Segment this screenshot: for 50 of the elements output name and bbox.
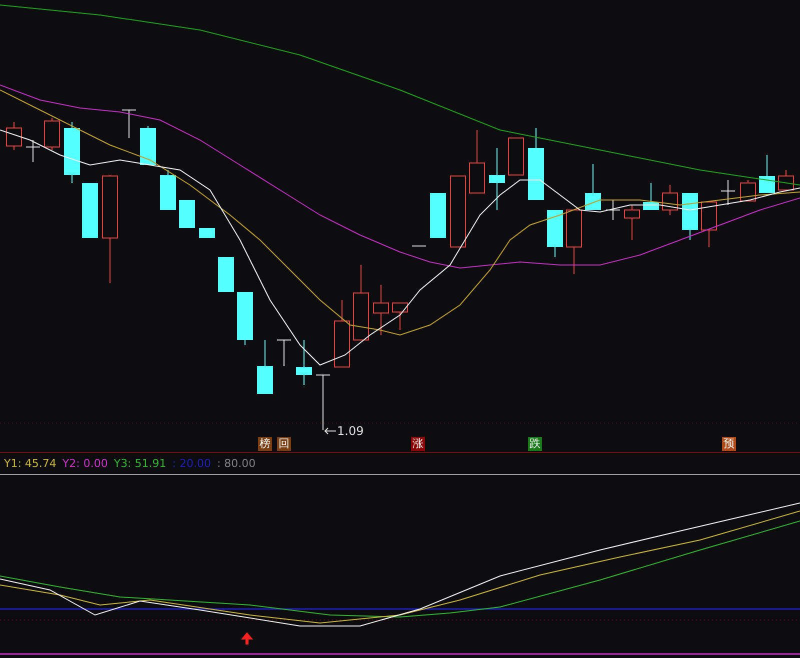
low-price-label: 1.09 — [337, 424, 364, 438]
indicator-value: Y1: 45.74 — [4, 457, 56, 470]
candlestick — [778, 170, 794, 190]
candlestick — [566, 210, 582, 274]
candlestick — [430, 192, 446, 238]
up-arrow-icon — [240, 632, 254, 644]
candlestick — [6, 122, 22, 150]
candlestick — [160, 170, 176, 210]
candlestick — [257, 340, 273, 394]
candlestick — [373, 284, 389, 336]
candlestick — [199, 228, 215, 238]
low-pointer-arrow — [324, 428, 336, 434]
indicator-value: Y2: 0.00 — [62, 457, 108, 470]
candlestick — [44, 118, 60, 150]
candlestick — [740, 180, 756, 202]
candlestick — [489, 148, 505, 210]
candlestick — [64, 122, 80, 184]
signal-marker: 榜 — [258, 437, 272, 451]
candlestick — [237, 292, 253, 346]
candlestick — [276, 340, 292, 366]
candlestick — [606, 200, 620, 220]
signal-marker: 跌 — [528, 437, 542, 451]
candlestick — [720, 180, 736, 206]
candlestick — [643, 182, 659, 210]
candlestick — [469, 130, 485, 194]
indicator-value: : 20.00 — [172, 457, 211, 470]
candlestick — [624, 204, 640, 240]
candlestick — [450, 176, 466, 248]
candlestick — [759, 154, 775, 194]
candlestick — [218, 256, 234, 292]
candlestick — [334, 300, 350, 368]
signal-marker: 涨 — [411, 437, 425, 451]
indicator-value: Y3: 51.91 — [114, 457, 166, 470]
candlestick — [547, 210, 563, 258]
candlestick — [508, 138, 524, 176]
indicator-value: : 80.00 — [216, 457, 256, 470]
signal-marker: 回 — [277, 437, 291, 451]
candlestick — [392, 302, 408, 330]
candlestick — [179, 200, 195, 228]
candlestick — [682, 192, 698, 240]
candlestick — [122, 110, 136, 138]
candlestick — [316, 374, 330, 430]
candlestick — [82, 182, 98, 238]
candlestick — [26, 140, 40, 162]
candlestick — [662, 184, 678, 216]
candlestick — [296, 340, 312, 386]
candlestick — [140, 126, 156, 166]
signal-marker: 预 — [722, 437, 736, 451]
candlestick — [585, 164, 601, 210]
candlestick — [701, 202, 717, 248]
